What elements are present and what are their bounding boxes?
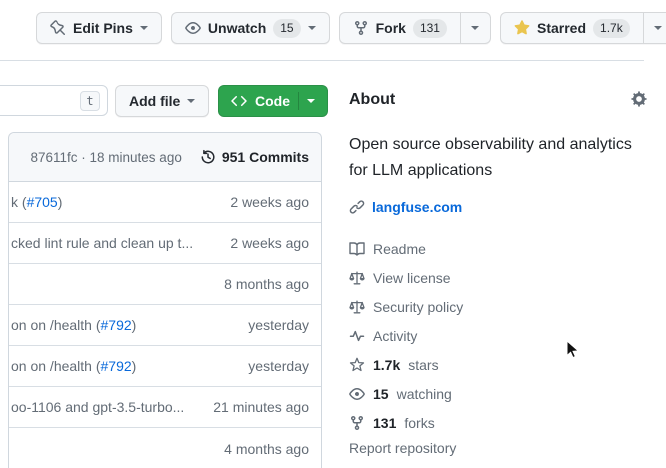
law-icon: [349, 299, 365, 315]
code-button[interactable]: Code: [218, 85, 328, 117]
commit-age: 8 months ago: [214, 276, 309, 292]
chevron-down-icon: [654, 26, 662, 30]
pulse-icon: [349, 328, 365, 344]
commit-message-link[interactable]: on on /health (#792): [11, 358, 136, 374]
commit-sha-and-time[interactable]: 87611fc · 18 minutes ago: [30, 150, 181, 165]
edit-pins-label: Edit Pins: [73, 20, 133, 36]
starred-button[interactable]: Starred 1.7k: [501, 13, 643, 43]
star-filled-icon: [514, 20, 530, 36]
star-button-group: Starred 1.7k: [500, 12, 666, 44]
commit-message-link[interactable]: oo-1106 and gpt-3.5-turbo...: [11, 399, 184, 415]
activity-link[interactable]: Activity: [349, 321, 661, 350]
fork-button-group: Fork 131: [339, 12, 491, 44]
commit-message-link[interactable]: cked lint rule and clean up t...: [11, 235, 193, 251]
issue-link[interactable]: #705: [27, 194, 58, 210]
issue-link[interactable]: #792: [101, 358, 132, 374]
commit-age: 2 weeks ago: [220, 235, 309, 251]
commit-age: 4 months ago: [214, 441, 309, 457]
fork-button[interactable]: Fork 131: [340, 13, 460, 43]
mouse-cursor: [566, 340, 580, 360]
code-icon: [231, 93, 247, 109]
latest-commit-bar: 87611fc · 18 minutes ago 951 Commits: [9, 133, 321, 182]
go-to-file-input[interactable]: t: [0, 85, 108, 116]
commit-age: 21 minutes ago: [203, 399, 309, 415]
table-row: cked lint rule and clean up t... 2 weeks…: [9, 223, 321, 264]
table-row: on on /health (#792) yesterday: [9, 305, 321, 346]
fork-dropdown-button[interactable]: [460, 13, 490, 43]
view-license-link[interactable]: View license: [349, 263, 661, 292]
unwatch-button[interactable]: Unwatch 15: [171, 12, 330, 44]
repo-page: Edit Pins Unwatch 15 Fork 131 Starred 1.…: [0, 0, 666, 468]
fork-icon: [353, 20, 369, 36]
gear-icon[interactable]: [631, 91, 647, 107]
report-repository-link[interactable]: Report repository: [349, 440, 661, 456]
security-policy-link[interactable]: Security policy: [349, 292, 661, 321]
commit-age: 2 weeks ago: [220, 194, 309, 210]
watching-link[interactable]: 15 watching: [349, 379, 661, 408]
about-sidebar: About Open source observability and anal…: [349, 84, 661, 456]
keyboard-shortcut-hint: t: [80, 91, 100, 111]
chevron-down-icon: [308, 26, 316, 30]
edit-pins-button[interactable]: Edit Pins: [36, 12, 162, 44]
eye-icon: [349, 386, 365, 402]
star-icon: [349, 357, 365, 373]
fork-icon: [349, 415, 365, 431]
law-icon: [349, 270, 365, 286]
unwatch-label: Unwatch: [208, 20, 266, 36]
website-row: langfuse.com: [349, 199, 661, 215]
commit-message-link[interactable]: on on /health (#792): [11, 317, 136, 333]
table-row: 4 months ago: [9, 428, 321, 468]
chevron-down-icon: [187, 99, 195, 103]
chevron-down-icon: [140, 26, 148, 30]
table-row: on on /health (#792) yesterday: [9, 346, 321, 387]
stars-link[interactable]: 1.7k stars: [349, 350, 661, 379]
repo-action-bar: Edit Pins Unwatch 15 Fork 131 Starred 1.…: [36, 12, 666, 44]
add-file-button[interactable]: Add file: [115, 85, 209, 117]
book-icon: [349, 241, 365, 257]
issue-link[interactable]: #792: [101, 317, 132, 333]
readme-link[interactable]: Readme: [349, 234, 661, 263]
code-label: Code: [255, 93, 290, 109]
fork-label: Fork: [376, 20, 406, 36]
eye-icon: [185, 20, 201, 36]
commit-age: yesterday: [238, 358, 309, 374]
about-title: About: [349, 91, 661, 109]
table-row: 8 months ago: [9, 264, 321, 305]
forks-count: 131: [413, 19, 447, 38]
forks-link[interactable]: 131 forks: [349, 408, 661, 437]
commit-age: yesterday: [238, 317, 309, 333]
website-link[interactable]: langfuse.com: [372, 199, 462, 215]
pin-icon: [50, 20, 66, 36]
watchers-count: 15: [273, 19, 300, 38]
divider: [298, 92, 299, 110]
commits-count-label: 951 Commits: [222, 149, 309, 165]
table-row: k (#705) 2 weeks ago: [9, 182, 321, 223]
link-icon: [349, 199, 365, 215]
about-links-list: Readme View license Security policy Acti…: [349, 234, 661, 437]
add-file-label: Add file: [129, 93, 180, 109]
header-divider: [0, 60, 644, 61]
commits-link[interactable]: 951 Commits: [200, 149, 309, 165]
history-icon: [200, 149, 216, 165]
table-row: oo-1106 and gpt-3.5-turbo... 21 minutes …: [9, 387, 321, 428]
stars-count: 1.7k: [593, 19, 630, 38]
commit-message-link[interactable]: k (#705): [11, 194, 62, 210]
starred-label: Starred: [537, 20, 586, 36]
star-dropdown-button[interactable]: [643, 13, 666, 43]
chevron-down-icon: [307, 99, 315, 103]
chevron-down-icon: [471, 26, 479, 30]
repo-description: Open source observability and analytics …: [349, 132, 649, 184]
file-table: 87611fc · 18 minutes ago 951 Commits k (…: [8, 132, 322, 468]
